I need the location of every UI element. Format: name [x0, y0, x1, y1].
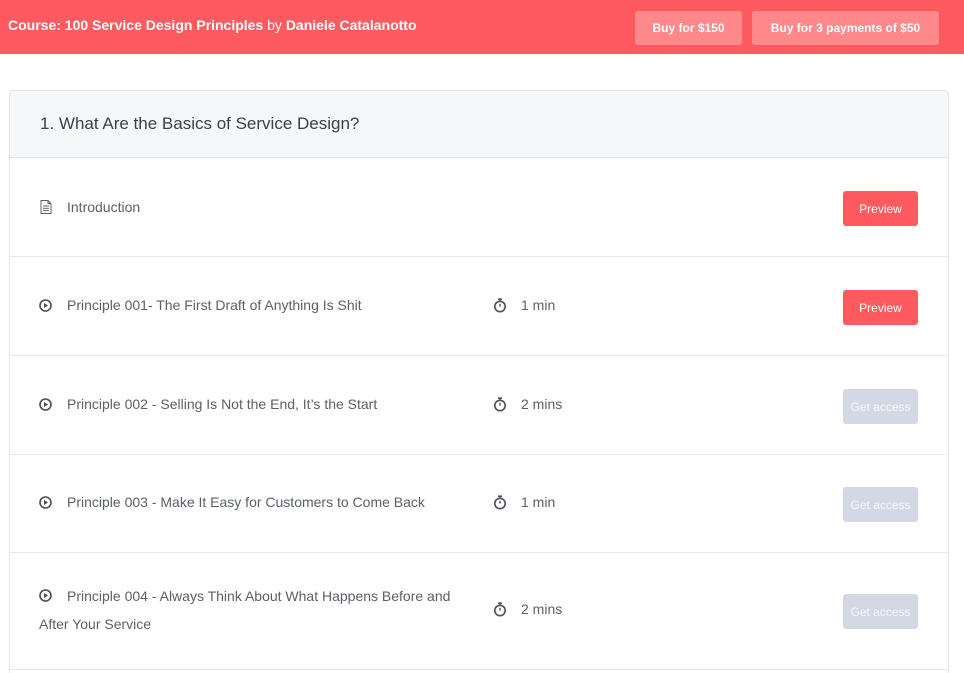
get-access-button[interactable]: Get access — [843, 487, 918, 522]
play-icon — [39, 398, 52, 411]
lesson-title[interactable]: Principle 003 - Make It Easy for Custome… — [67, 494, 425, 510]
lesson-title[interactable]: Principle 001- The First Draft of Anythi… — [67, 297, 362, 313]
section-header: 1. What Are the Basics of Service Design… — [10, 91, 948, 158]
course-header-bar: Course: 100 Service Design Principles by… — [0, 0, 964, 54]
lesson-title[interactable]: Principle 004 - Always Think About What … — [39, 582, 459, 638]
section-title: 1. What Are the Basics of Service Design… — [40, 114, 360, 133]
duration-text: 1 min — [521, 297, 556, 313]
lesson-row-principle-002[interactable]: Principle 002 - Selling Is Not the End, … — [10, 356, 948, 455]
lesson-title[interactable]: Principle 002 - Selling Is Not the End, … — [67, 396, 377, 412]
stopwatch-icon — [493, 601, 507, 617]
lesson-row-principle-001[interactable]: Principle 001- The First Draft of Anythi… — [10, 257, 948, 356]
lesson-duration: 2 mins — [493, 601, 562, 617]
preview-button[interactable]: Preview — [843, 191, 918, 226]
lesson-row-principle-004[interactable]: Principle 004 - Always Think About What … — [10, 553, 948, 670]
author-name: Daniele Catalanotto — [285, 17, 417, 33]
get-access-button[interactable]: Get access — [843, 389, 918, 424]
stopwatch-icon — [493, 396, 507, 412]
buy-installments-button[interactable]: Buy for 3 payments of $50 — [752, 11, 939, 45]
lesson-duration: 1 min — [493, 494, 555, 510]
duration-text: 2 mins — [521, 601, 563, 617]
stopwatch-icon — [493, 494, 507, 510]
course-name: Course: 100 Service Design Principles — [8, 17, 264, 33]
play-icon — [39, 496, 52, 509]
get-access-button[interactable]: Get access — [843, 594, 918, 629]
lesson-duration: 1 min — [493, 297, 555, 313]
duration-text: 2 mins — [521, 396, 563, 412]
curriculum-section: 1. What Are the Basics of Service Design… — [9, 90, 949, 673]
course-title: Course: 100 Service Design Principles by… — [8, 17, 417, 33]
stopwatch-icon — [493, 297, 507, 313]
duration-text: 1 min — [521, 494, 556, 510]
document-icon — [39, 199, 52, 214]
lesson-row-principle-003[interactable]: Principle 003 - Make It Easy for Custome… — [10, 455, 948, 553]
lesson-row-introduction[interactable]: Introduction Preview — [10, 158, 948, 257]
lesson-title[interactable]: Introduction — [67, 199, 140, 215]
buy-full-button[interactable]: Buy for $150 — [635, 11, 742, 45]
by-label: by — [263, 17, 286, 33]
lesson-duration: 2 mins — [493, 396, 562, 412]
play-icon — [39, 299, 52, 312]
preview-button[interactable]: Preview — [843, 290, 918, 325]
